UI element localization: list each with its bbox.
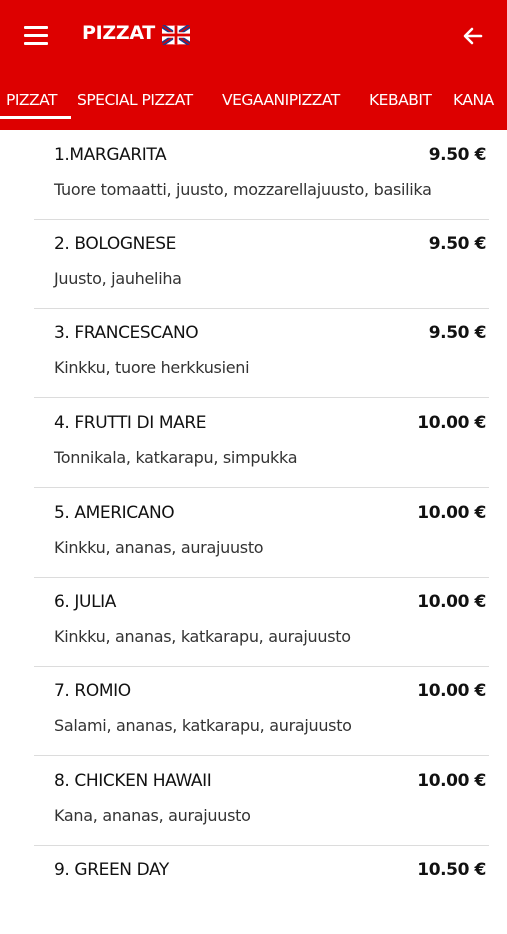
item-description: Tonnikala, katkarapu, simpukka [54,448,298,467]
item-name: 7. ROMIO [54,681,131,701]
item-description: Kana, ananas, aurajuusto [54,806,251,825]
tab-kebabit[interactable]: KEBABIT [369,86,432,114]
item-description: Salami, ananas, katkarapu, aurajuusto [54,716,352,735]
item-description: Kinkku, tuore herkkusieni [54,358,250,377]
tab-pizzat[interactable]: PIZZAT [6,86,58,114]
item-price: 10.50 € [417,860,486,880]
list-item[interactable]: 3. FRANCESCANO 9.50 € Kinkku, tuore herk… [34,308,489,398]
item-name: 9. GREEN DAY [54,860,169,880]
list-item[interactable]: 4. FRUTTI DI MARE 10.00 € Tonnikala, kat… [34,398,489,488]
tab-kana[interactable]: KANA [453,86,494,114]
page-title: PIZZAT [82,22,155,44]
tab-vegaanipizzat[interactable]: VEGAANIPIZZAT [222,86,340,114]
item-name: 3. FRANCESCANO [54,323,199,343]
item-price: 10.00 € [417,681,486,701]
item-name: 4. FRUTTI DI MARE [54,413,207,433]
item-name: 5. AMERICANO [54,503,175,523]
item-name: 8. CHICKEN HAWAII [54,771,212,791]
item-price: 10.00 € [417,503,486,523]
list-item[interactable]: 2. BOLOGNESE 9.50 € Juusto, jauheliha [34,219,489,309]
item-price: 9.50 € [428,234,487,254]
item-description: Juusto, jauheliha [54,269,182,288]
list-item[interactable]: 9. GREEN DAY 10.50 € [34,845,489,934]
list-item[interactable]: 7. ROMIO 10.00 € Salami, ananas, katkara… [34,666,489,756]
item-price: 10.00 € [417,592,486,612]
top-app-bar: PIZZAT PIZZAT SPECIAL PIZZAT VEGAANIPIZZ… [0,0,507,130]
item-price: 10.00 € [417,771,486,791]
list-item[interactable]: 5. AMERICANO 10.00 € Kinkku, ananas, aur… [34,488,489,578]
list-item[interactable]: 6. JULIA 10.00 € Kinkku, ananas, katkara… [34,577,489,667]
item-price: 10.00 € [417,413,486,433]
active-tab-indicator [0,116,71,119]
item-description: Tuore tomaatti, juusto, mozzarellajuusto… [54,180,432,199]
uk-flag-icon[interactable] [162,25,190,45]
tab-special-pizzat[interactable]: SPECIAL PIZZAT [77,86,193,114]
arrow-left-icon[interactable] [460,24,486,48]
item-name: 1.MARGARITA [54,145,167,165]
item-description: Kinkku, ananas, aurajuusto [54,538,264,557]
hamburger-menu-icon[interactable] [24,26,48,46]
list-item[interactable]: 8. CHICKEN HAWAII 10.00 € Kana, ananas, … [34,756,489,846]
list-item[interactable]: 1.MARGARITA 9.50 € Tuore tomaatti, juust… [34,130,489,220]
item-name: 2. BOLOGNESE [54,234,176,254]
item-price: 9.50 € [428,323,487,343]
category-tabs: PIZZAT SPECIAL PIZZAT VEGAANIPIZZAT KEBA… [0,86,507,122]
item-description: Kinkku, ananas, katkarapu, aurajuusto [54,627,351,646]
item-price: 9.50 € [428,145,487,165]
item-name: 6. JULIA [54,592,116,612]
